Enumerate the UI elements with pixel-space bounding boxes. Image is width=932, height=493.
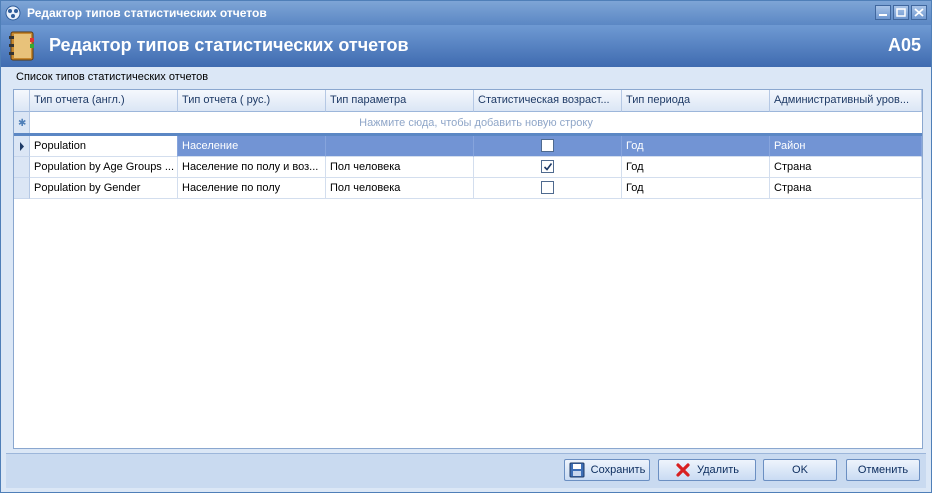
cell-period-type[interactable]: Год	[622, 136, 770, 157]
new-row-hint: Нажмите сюда, чтобы добавить новую строк…	[359, 117, 593, 129]
close-icon	[914, 8, 924, 17]
cell-period-type[interactable]: Год	[622, 178, 770, 199]
cell-type-en[interactable]: Population by Gender	[30, 178, 178, 199]
close-button[interactable]	[911, 5, 927, 20]
cell-period-type[interactable]: Год	[622, 157, 770, 178]
column-header-period-type[interactable]: Тип периода	[622, 90, 770, 112]
svg-text:✱: ✱	[18, 118, 26, 129]
floppy-disk-icon	[569, 462, 585, 478]
window-title: Редактор типов статистических отчетов	[27, 6, 267, 20]
app-icon	[5, 5, 21, 21]
editor-window: Редактор типов статистических отчетов Ре…	[0, 0, 932, 493]
cell-type-en[interactable]: Population by Age Groups ...	[30, 157, 178, 178]
save-button-label: Сохранить	[590, 464, 646, 476]
cell-stat-age[interactable]	[474, 136, 622, 157]
new-row-star-icon: ✱	[18, 118, 26, 129]
table-row[interactable]: Population Население Год Район	[14, 136, 922, 157]
minimize-button[interactable]	[875, 5, 891, 20]
cell-stat-age[interactable]	[474, 157, 622, 178]
current-row-arrow-icon	[20, 142, 24, 151]
footer-bar: Сохранить Удалить OK Отменить	[6, 453, 926, 488]
cell-type-ru[interactable]: Население по полу и воз...	[178, 157, 326, 178]
cell-admin-level[interactable]: Страна	[770, 157, 922, 178]
header-band: Редактор типов статистических отчетов A0…	[1, 25, 931, 67]
report-types-grid[interactable]: Тип отчета (англ.) Тип отчета ( рус.) Ти…	[13, 89, 923, 449]
cell-admin-level[interactable]: Страна	[770, 178, 922, 199]
cell-param-type[interactable]	[326, 136, 474, 157]
new-row[interactable]: ✱ Нажмите сюда, чтобы добавить новую стр…	[14, 112, 922, 134]
delete-button[interactable]: Удалить	[658, 459, 756, 481]
maximize-icon	[896, 8, 906, 17]
cancel-button[interactable]: Отменить	[846, 459, 920, 481]
table-row[interactable]: Population by Gender Население по полу П…	[14, 178, 922, 199]
cell-type-ru[interactable]: Население по полу	[178, 178, 326, 199]
ok-button[interactable]: OK	[763, 459, 837, 481]
table-row[interactable]: Population by Age Groups ... Население п…	[14, 157, 922, 178]
cell-type-en[interactable]: Population	[30, 136, 178, 157]
ok-button-label: OK	[792, 464, 808, 476]
checkmark-icon	[543, 163, 553, 171]
cell-admin-level[interactable]: Район	[770, 136, 922, 157]
report-book-icon	[9, 31, 34, 61]
cell-param-type[interactable]: Пол человека	[326, 157, 474, 178]
page-title: Редактор типов статистических отчетов	[49, 35, 409, 55]
column-header-type-en[interactable]: Тип отчета (англ.)	[30, 90, 178, 112]
title-bar[interactable]: Редактор типов статистических отчетов	[1, 1, 931, 25]
cancel-button-label: Отменить	[857, 464, 909, 476]
column-header-admin-level[interactable]: Административный уров...	[770, 90, 922, 112]
stat-age-checkbox[interactable]	[541, 139, 554, 152]
maximize-button[interactable]	[893, 5, 909, 20]
cell-stat-age[interactable]	[474, 178, 622, 199]
save-button[interactable]: Сохранить	[564, 459, 650, 481]
cell-param-type[interactable]: Пол человека	[326, 178, 474, 199]
stat-age-checkbox[interactable]	[541, 160, 554, 173]
stat-age-checkbox[interactable]	[541, 181, 554, 194]
header-indicator	[14, 90, 30, 112]
minimize-icon	[879, 14, 887, 16]
cell-type-ru[interactable]: Население	[178, 136, 326, 157]
column-header-type-ru[interactable]: Тип отчета ( рус.)	[178, 90, 326, 112]
section-label: Список типов статистических отчетов	[16, 71, 209, 83]
delete-button-label: Удалить	[697, 464, 739, 476]
column-header-stat-age[interactable]: Статистическая возраст...	[474, 90, 622, 112]
delete-x-icon	[676, 463, 690, 477]
form-code: A05	[887, 35, 921, 55]
column-header-param-type[interactable]: Тип параметра	[326, 90, 474, 112]
